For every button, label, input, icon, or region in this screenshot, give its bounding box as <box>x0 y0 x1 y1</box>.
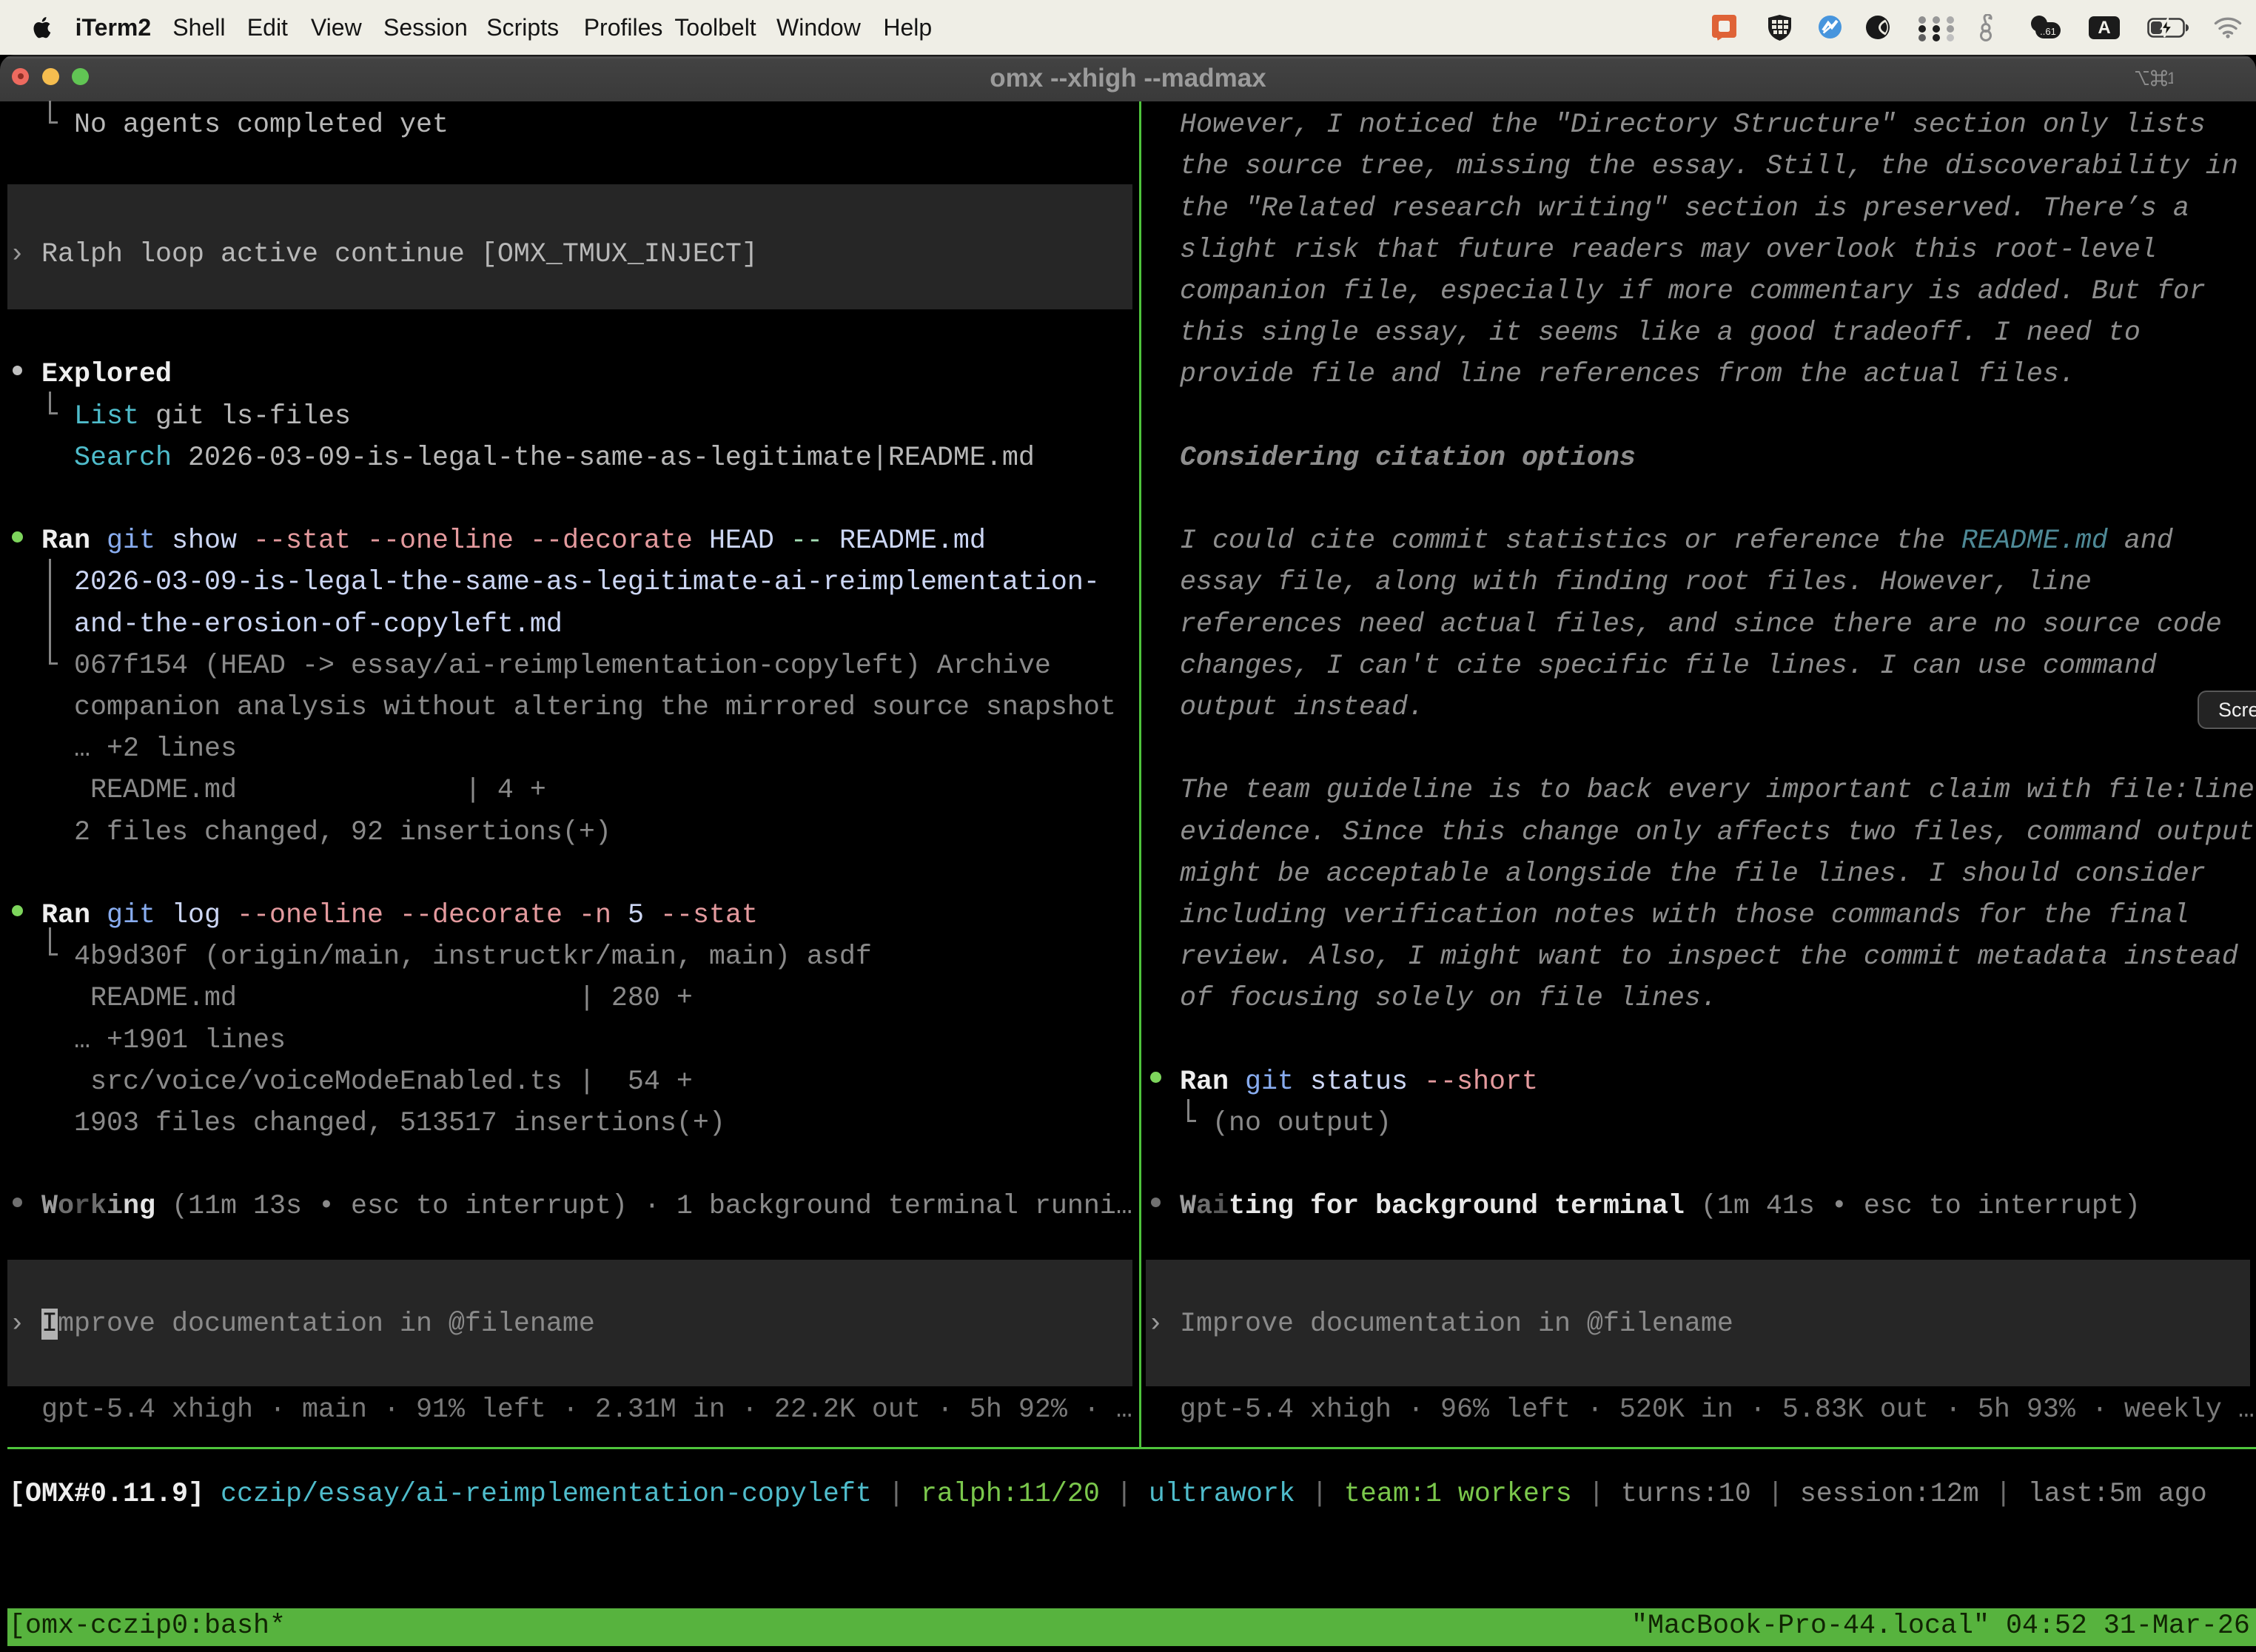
svg-text:1: 1 <box>2167 69 2173 87</box>
svg-text:..61: ..61 <box>2040 26 2056 37</box>
